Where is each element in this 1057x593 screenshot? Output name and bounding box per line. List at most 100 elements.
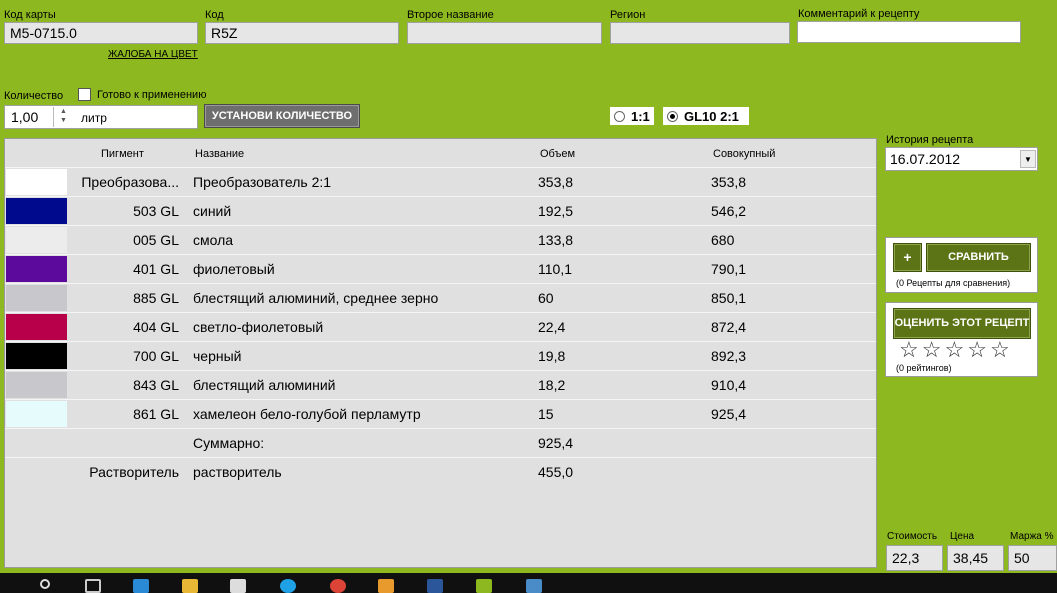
- ready-label: Готово к применению: [97, 88, 207, 101]
- kod-label: Код: [205, 9, 224, 21]
- table-row[interactable]: 005 GL смола 133,8 680: [5, 225, 876, 254]
- pigment-name: черный: [193, 348, 242, 364]
- quantity-spin[interactable]: ▲ ▼: [53, 107, 73, 127]
- pigment-code: 843 GL: [133, 377, 179, 393]
- table-row[interactable]: 861 GL хамелеон бело-голубой перламутр 15 9…: [5, 399, 876, 428]
- kod-field[interactable]: R5Z: [205, 22, 399, 44]
- ratio-option-gl10[interactable]: GL10 2:1: [663, 107, 749, 125]
- volume-cell: 19,8: [538, 348, 566, 364]
- header-pigment: Пигмент: [101, 148, 144, 160]
- table-row[interactable]: 885 GL блестящий алюминий, среднее зерно 6…: [5, 283, 876, 312]
- star-icon[interactable]: ☆: [967, 339, 987, 361]
- star-icon[interactable]: ☆: [990, 339, 1010, 361]
- pigment-swatch: [6, 343, 67, 369]
- pigment-swatch: [6, 430, 67, 456]
- cumulative-cell: 790,1: [711, 261, 747, 277]
- region-label: Регион: [610, 9, 646, 21]
- star-icon[interactable]: ☆: [899, 339, 919, 361]
- folder-icon[interactable]: [182, 579, 198, 593]
- skype-icon[interactable]: [280, 579, 296, 593]
- card-code-label: Код карты: [4, 9, 56, 21]
- quantity-stepper[interactable]: 1,00 ▲ ▼ литр: [4, 105, 198, 129]
- comment-label: Комментарий к рецепту: [798, 8, 920, 20]
- chrome-icon[interactable]: [330, 579, 346, 593]
- rating-panel: ОЦЕНИТЬ ЭТОТ РЕЦЕПТ ☆ ☆ ☆ ☆ ☆ (0 рейтинг…: [885, 302, 1038, 377]
- cumulative-cell: 925,4: [711, 406, 747, 422]
- price-field[interactable]: 38,45: [947, 545, 1004, 571]
- pigment-code: 005 GL: [133, 232, 179, 248]
- star-icon[interactable]: ☆: [944, 339, 964, 361]
- volume-cell: 192,5: [538, 203, 574, 219]
- set-quantity-button[interactable]: УСТАНОВИ КОЛИЧЕСТВО: [204, 104, 360, 128]
- margin-field[interactable]: 50: [1008, 545, 1057, 571]
- compare-caption: (0 Рецепты для сравнения): [896, 278, 1011, 288]
- table-row[interactable]: 503 GL синий 192,5 546,2: [5, 196, 876, 225]
- rating-caption: (0 рейтингов): [896, 363, 952, 373]
- pigment-name: синий: [193, 203, 232, 219]
- pigment-code: 700 GL: [133, 348, 179, 364]
- edge-icon[interactable]: [133, 579, 149, 593]
- volume-cell: 18,2: [538, 377, 566, 393]
- pigment-swatch: [6, 459, 67, 485]
- cumulative-cell: 892,3: [711, 348, 747, 364]
- history-select[interactable]: 16.07.2012 ▼: [885, 147, 1038, 171]
- app-icon[interactable]: [378, 579, 394, 593]
- complaint-link[interactable]: ЖАЛОБА НА ЦВЕТ: [108, 49, 198, 60]
- table-row[interactable]: 401 GL фиолетовый 110,1 790,1: [5, 254, 876, 283]
- ready-checkbox[interactable]: [78, 88, 91, 101]
- table-row[interactable]: 404 GL светло-фиолетовый 22,4 872,4: [5, 312, 876, 341]
- paint-icon[interactable]: [526, 579, 542, 593]
- pigment-name: Преобразователь 2:1: [193, 174, 332, 190]
- pigment-name: Суммарно:: [193, 435, 265, 451]
- cumulative-cell: 910,4: [711, 377, 747, 393]
- pigment-code: 401 GL: [133, 261, 179, 277]
- ratio-1-1-label: 1:1: [631, 108, 650, 124]
- add-compare-button[interactable]: +: [893, 243, 922, 272]
- card-code-field[interactable]: M5-0715.0: [4, 22, 198, 44]
- spin-down-icon[interactable]: ▼: [54, 116, 73, 125]
- header-volume: Объем: [540, 148, 576, 160]
- cumulative-cell: 850,1: [711, 290, 747, 306]
- margin-label: Маржа %: [1010, 531, 1054, 542]
- pigment-name: смола: [193, 232, 234, 248]
- header-cumulative: Совокупный: [713, 148, 776, 160]
- quantity-unit: литр: [81, 111, 107, 125]
- pigment-swatch: [6, 227, 67, 253]
- table-row[interactable]: 700 GL черный 19,8 892,3: [5, 341, 876, 370]
- store-icon[interactable]: [230, 579, 246, 593]
- pigment-code: 503 GL: [133, 203, 179, 219]
- cumulative-cell: 546,2: [711, 203, 747, 219]
- table-row[interactable]: 843 GL блестящий алюминий 18,2 910,4: [5, 370, 876, 399]
- compare-button[interactable]: СРАВНИТЬ: [926, 243, 1031, 272]
- table-row[interactable]: Преобразова... Преобразователь 2:1 353,8 35…: [5, 167, 876, 196]
- volume-cell: 133,8: [538, 232, 574, 248]
- price-label: Цена: [950, 531, 975, 542]
- history-value: 16.07.2012: [890, 151, 961, 167]
- star-rating[interactable]: ☆ ☆ ☆ ☆ ☆: [899, 339, 1013, 361]
- volume-cell: 110,1: [538, 261, 572, 277]
- search-icon[interactable]: [40, 579, 50, 589]
- spin-up-icon[interactable]: ▲: [54, 107, 73, 116]
- star-icon[interactable]: ☆: [922, 339, 942, 361]
- rate-recipe-button[interactable]: ОЦЕНИТЬ ЭТОТ РЕЦЕПТ: [893, 308, 1031, 339]
- radio-selected-icon[interactable]: [667, 110, 678, 122]
- region-field[interactable]: [610, 22, 790, 44]
- second-name-field[interactable]: [407, 22, 602, 44]
- volume-cell: 455,0: [538, 464, 574, 480]
- task-view-icon[interactable]: [85, 579, 101, 593]
- volume-cell: 353,8: [538, 174, 574, 190]
- chevron-down-icon[interactable]: ▼: [1020, 150, 1036, 168]
- pigment-name: хамелеон бело-голубой перламутр: [193, 406, 421, 422]
- cost-field[interactable]: 22,3: [886, 545, 943, 571]
- app-active-icon[interactable]: [476, 579, 492, 593]
- table-row[interactable]: Растворитель растворитель 455,0: [5, 457, 876, 486]
- ratio-option-1-1[interactable]: 1:1: [610, 107, 654, 125]
- word-icon[interactable]: [427, 579, 443, 593]
- pigment-code: Растворитель: [89, 464, 179, 480]
- ready-to-use[interactable]: Готово к применению: [78, 88, 206, 101]
- radio-icon[interactable]: [614, 110, 625, 122]
- table-row[interactable]: Суммарно: 925,4: [5, 428, 876, 457]
- quantity-value[interactable]: 1,00: [11, 109, 38, 125]
- comment-field[interactable]: [797, 21, 1021, 43]
- quantity-label: Количество: [4, 90, 64, 102]
